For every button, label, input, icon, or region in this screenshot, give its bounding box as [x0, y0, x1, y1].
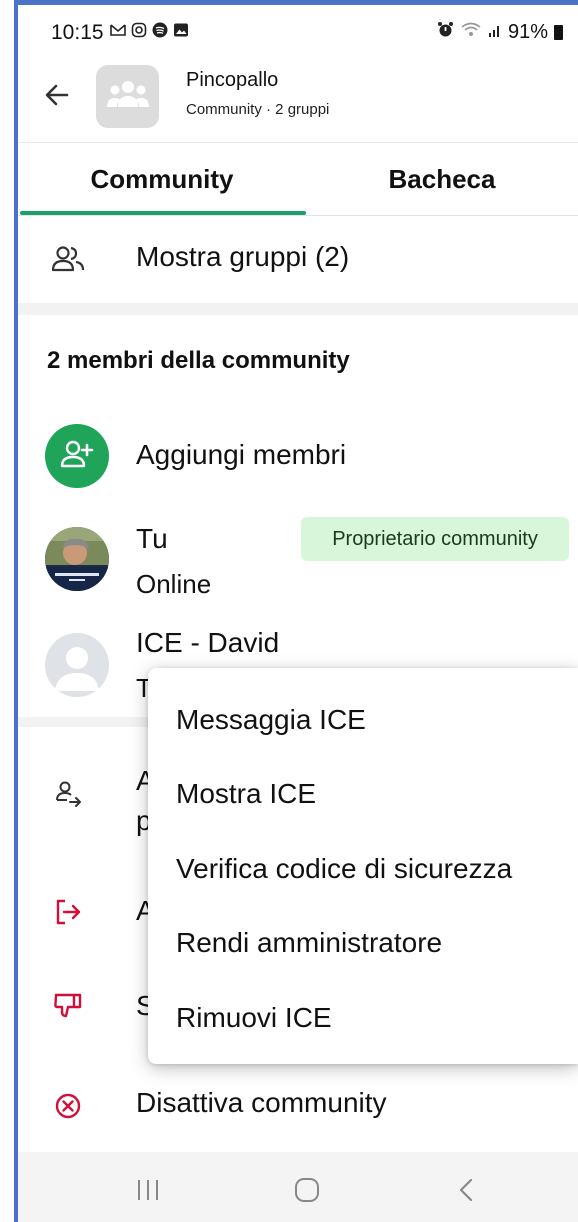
phone-screen: 10:15 91% Pincopallo Community · 2 grupp…: [18, 5, 578, 1222]
show-groups-label: Mostra gruppi (2): [136, 241, 350, 272]
member-context-menu: Messaggia ICE Mostra ICE Verifica codice…: [148, 668, 578, 1064]
menu-item-view[interactable]: Mostra ICE: [176, 778, 316, 810]
menu-item-remove[interactable]: Rimuovi ICE: [176, 1002, 332, 1034]
members-section-title: 2 membri della community: [47, 347, 350, 374]
menu-item-make-admin[interactable]: Rendi amministratore: [176, 927, 442, 959]
system-indicators: 91%: [437, 21, 563, 44]
recent-apps-icon[interactable]: [128, 1170, 168, 1210]
wifi-icon: [460, 21, 482, 44]
menu-item-message[interactable]: Messaggia ICE: [176, 704, 366, 736]
battery-percent: 91%: [507, 21, 548, 43]
groups-icon: [51, 242, 85, 276]
action-label-deactivate: Disattiva community: [136, 1087, 387, 1118]
system-nav-bar: [18, 1152, 578, 1222]
member-status-self: Online: [136, 569, 212, 599]
person-transfer-icon: [51, 777, 85, 811]
close-circle-icon: [51, 1089, 85, 1123]
exit-icon: [51, 895, 85, 929]
add-members-button[interactable]: [45, 424, 109, 488]
section-divider: [18, 303, 578, 315]
action-row-deactivate[interactable]: Disattiva community: [18, 1067, 578, 1147]
tab-bacheca[interactable]: Bacheca: [306, 143, 578, 215]
member-name-ice: ICE - David: [136, 627, 280, 658]
gallery-icon: [173, 22, 189, 38]
notification-icons: [110, 22, 189, 38]
status-time: 10:15: [51, 21, 104, 44]
community-subtitle: Community · 2 gruppi: [186, 101, 330, 118]
thumbs-down-icon: [51, 988, 85, 1022]
avatar[interactable]: [45, 633, 109, 697]
add-person-icon: [60, 439, 94, 474]
member-name-self: Tu: [136, 523, 168, 554]
alarm-icon: [437, 21, 454, 44]
tab-community[interactable]: Community: [18, 143, 306, 215]
owner-badge: Proprietario community: [301, 517, 569, 561]
back-arrow-icon[interactable]: [41, 79, 73, 111]
back-nav-icon[interactable]: [447, 1170, 487, 1210]
instagram-icon: [131, 22, 147, 38]
spotify-icon: [152, 22, 168, 38]
show-groups-row[interactable]: Mostra gruppi (2): [18, 215, 578, 303]
community-title[interactable]: Pincopallo: [186, 69, 278, 92]
home-icon[interactable]: [287, 1170, 327, 1210]
app-header: Pincopallo Community · 2 gruppi: [18, 53, 578, 141]
community-avatar[interactable]: [96, 65, 159, 128]
menu-item-verify-security-code[interactable]: Verifica codice di sicurezza: [176, 853, 512, 885]
group-icon: [106, 79, 150, 114]
battery-icon: [554, 25, 563, 40]
add-members-label: Aggiungi membri: [136, 439, 347, 470]
frame-border-left: [0, 0, 18, 1222]
signal-icon: [488, 21, 502, 44]
avatar[interactable]: [45, 527, 109, 591]
status-bar: 10:15 91%: [18, 5, 578, 53]
tab-bar: Community Bacheca: [18, 142, 578, 216]
gmail-icon: [110, 22, 126, 38]
